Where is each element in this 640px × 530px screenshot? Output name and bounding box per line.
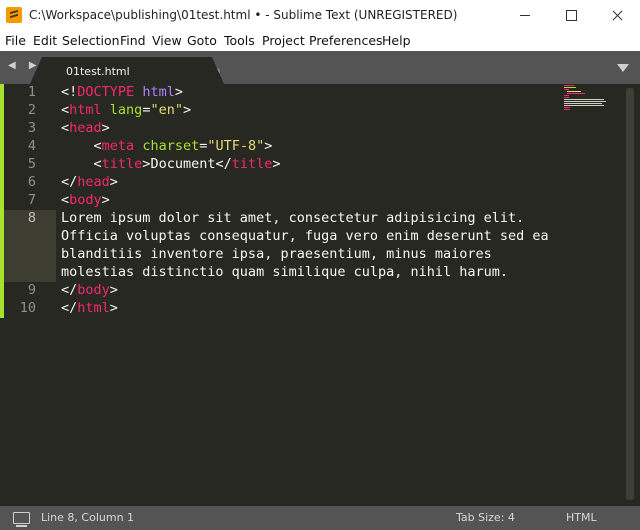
menu-project[interactable]: Project xyxy=(262,33,305,48)
menu-selection[interactable]: Selection xyxy=(62,33,120,48)
code-line[interactable]: <body> xyxy=(61,192,110,208)
code-line[interactable]: <html lang="en"> xyxy=(61,102,191,118)
line-number: 1 xyxy=(27,84,36,100)
code-line[interactable]: <!DOCTYPE html> xyxy=(61,84,183,100)
menu-file[interactable]: File xyxy=(5,33,26,48)
code-line-wrapped[interactable]: Officia voluptas consequatur, fuga vero … xyxy=(61,228,549,244)
code-line[interactable]: <head> xyxy=(61,120,110,136)
maximize-button[interactable] xyxy=(548,0,594,31)
menu-tools[interactable]: Tools xyxy=(224,33,255,48)
tab-01test-html[interactable]: 01test.html xyxy=(30,57,224,84)
code-line[interactable]: </body> xyxy=(61,282,118,298)
code-line[interactable]: </html> xyxy=(61,300,118,316)
code-line-wrapped[interactable]: molestias distinctio quam similique culp… xyxy=(61,264,508,280)
line-number: 2 xyxy=(27,102,36,118)
close-button[interactable] xyxy=(594,0,640,31)
code-line[interactable]: <meta charset="UTF-8"> xyxy=(61,138,273,154)
tab-label: 01test.html xyxy=(66,65,130,78)
code-line-current[interactable]: Lorem ipsum dolor sit amet, consectetur … xyxy=(61,210,524,226)
menu-edit[interactable]: Edit xyxy=(33,33,57,48)
syntax-selector[interactable]: HTML xyxy=(566,511,597,524)
menu-find[interactable]: Find xyxy=(120,33,146,48)
tab-dropdown-icon[interactable] xyxy=(617,64,629,72)
scrollbar-thumb[interactable] xyxy=(626,88,634,500)
menu-goto[interactable]: Goto xyxy=(187,33,217,48)
unsaved-dot-icon[interactable] xyxy=(213,68,220,75)
window-title: C:\Workspace\publishing\01test.html • - … xyxy=(29,8,458,22)
code-editor[interactable]: 1 2 3 4 5 6 7 8 9 10 <!DOCTYPE html> <ht… xyxy=(0,84,640,506)
line-number: 4 xyxy=(27,138,36,154)
panel-toggle-icon[interactable] xyxy=(13,512,30,527)
code-line[interactable]: <title>Document</title> xyxy=(61,156,281,172)
line-number: 10 xyxy=(19,300,36,316)
tab-size-selector[interactable]: Tab Size: 4 xyxy=(456,511,515,524)
line-number: 9 xyxy=(27,282,36,298)
line-number: 3 xyxy=(27,120,36,136)
modified-lines-marker xyxy=(0,84,4,318)
minimap[interactable] xyxy=(562,84,622,114)
line-number: 5 xyxy=(27,156,36,172)
menu-preferences[interactable]: Preferences xyxy=(309,33,383,48)
code-line-wrapped[interactable]: blanditiis inventore ipsa, praesentium, … xyxy=(61,246,492,262)
status-bar: Line 8, Column 1 Tab Size: 4 HTML xyxy=(0,506,640,530)
tab-strip: ◀ ▶ 01test.html xyxy=(0,51,640,84)
cursor-position: Line 8, Column 1 xyxy=(41,511,135,524)
code-line[interactable]: </head> xyxy=(61,174,118,190)
minimize-button[interactable] xyxy=(502,0,548,31)
sublime-text-icon xyxy=(6,7,22,23)
line-number: 6 xyxy=(27,174,36,190)
title-bar: C:\Workspace\publishing\01test.html • - … xyxy=(0,0,640,31)
menu-view[interactable]: View xyxy=(152,33,182,48)
line-number: 7 xyxy=(27,192,36,208)
line-number-current: 8 xyxy=(27,210,36,226)
menu-bar: File Edit Selection Find View Goto Tools… xyxy=(0,31,640,51)
menu-help[interactable]: Help xyxy=(382,33,411,48)
